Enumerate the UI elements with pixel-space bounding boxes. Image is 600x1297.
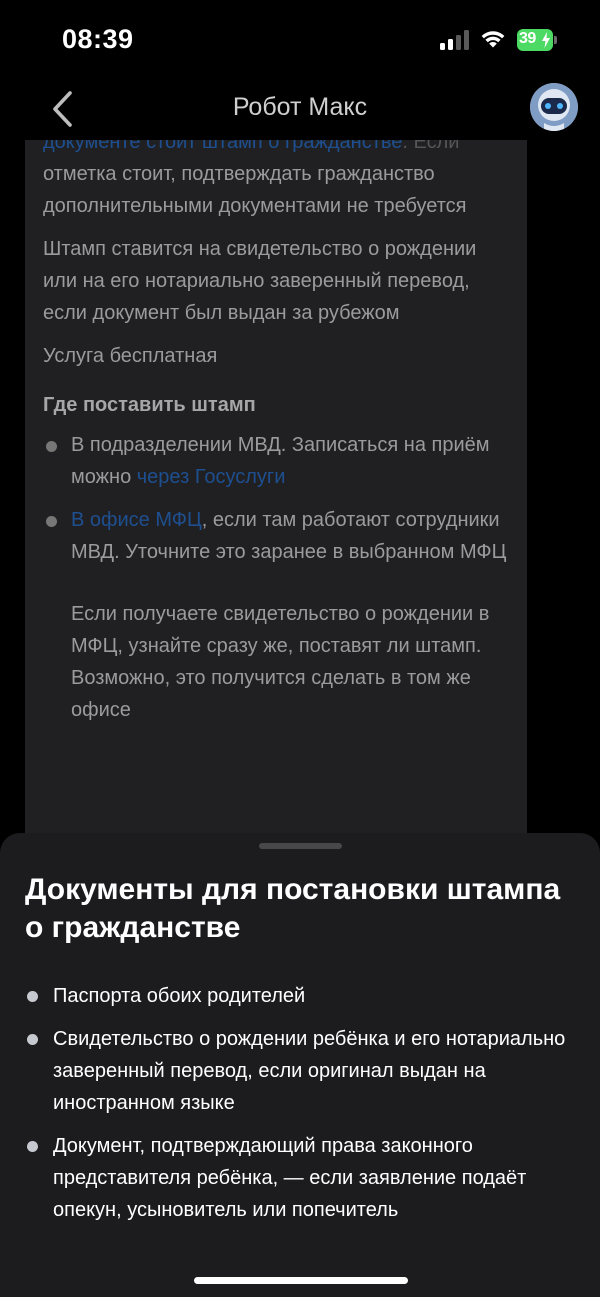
status-time: 08:39 bbox=[62, 24, 134, 54]
sheet-grabber-handle[interactable] bbox=[259, 843, 342, 849]
list-item: Документ, подтверждающий права законного… bbox=[25, 1130, 585, 1226]
bottom-sheet: Документы для постановки штампа о гражда… bbox=[0, 833, 600, 1297]
bullet-icon bbox=[46, 441, 57, 452]
battery-level: 39 bbox=[519, 30, 536, 47]
robot-icon bbox=[530, 83, 578, 131]
home-indicator[interactable] bbox=[194, 1277, 408, 1284]
cellular-signal-icon bbox=[440, 30, 470, 50]
robot-avatar[interactable] bbox=[530, 83, 578, 131]
article-content: документе стоит штамп о гражданстве. Есл… bbox=[25, 140, 527, 840]
article-heading: Где поставить штамп bbox=[43, 394, 256, 416]
battery-icon: 39 bbox=[517, 29, 557, 51]
bullet-icon bbox=[27, 1141, 38, 1152]
charging-bolt-icon bbox=[542, 32, 550, 48]
status-bar: 08:39 39 bbox=[0, 0, 600, 80]
mfc-office-link[interactable]: В офисе МФЦ bbox=[71, 509, 202, 531]
list-item: Свидетельство о рождении ребёнка и его н… bbox=[25, 1023, 585, 1119]
article-paragraph: документе стоит штамп о гражданстве. Есл… bbox=[43, 140, 509, 222]
documents-list: Паспорта обоих родителей Свидетельство о… bbox=[25, 980, 585, 1237]
article-link[interactable]: документе стоит штамп о гражданстве bbox=[43, 140, 402, 153]
list-item: В офисе МФЦ, если там работают сотрудник… bbox=[43, 504, 509, 568]
bullet-icon bbox=[27, 1034, 38, 1045]
bullet-icon bbox=[46, 516, 57, 527]
gosuslugi-link[interactable]: через Госуслуги bbox=[137, 466, 286, 488]
article-paragraph: Услуга бесплатная bbox=[43, 345, 218, 367]
bullet-icon bbox=[27, 991, 38, 1002]
navigation-bar: Робот Макс bbox=[0, 80, 600, 140]
sheet-title: Документы для постановки штампа о гражда… bbox=[25, 873, 561, 944]
list-item: Паспорта обоих родителей bbox=[25, 980, 585, 1012]
article-paragraph: Если получаете свидетельство о рождении … bbox=[71, 603, 490, 721]
list-item: В подразделении МВД. Записаться на приём… bbox=[43, 429, 509, 493]
page-title: Робот Макс bbox=[232, 93, 368, 121]
article-paragraph: Штамп ставится на свидетельство о рожден… bbox=[43, 238, 477, 324]
wifi-icon bbox=[481, 31, 505, 48]
